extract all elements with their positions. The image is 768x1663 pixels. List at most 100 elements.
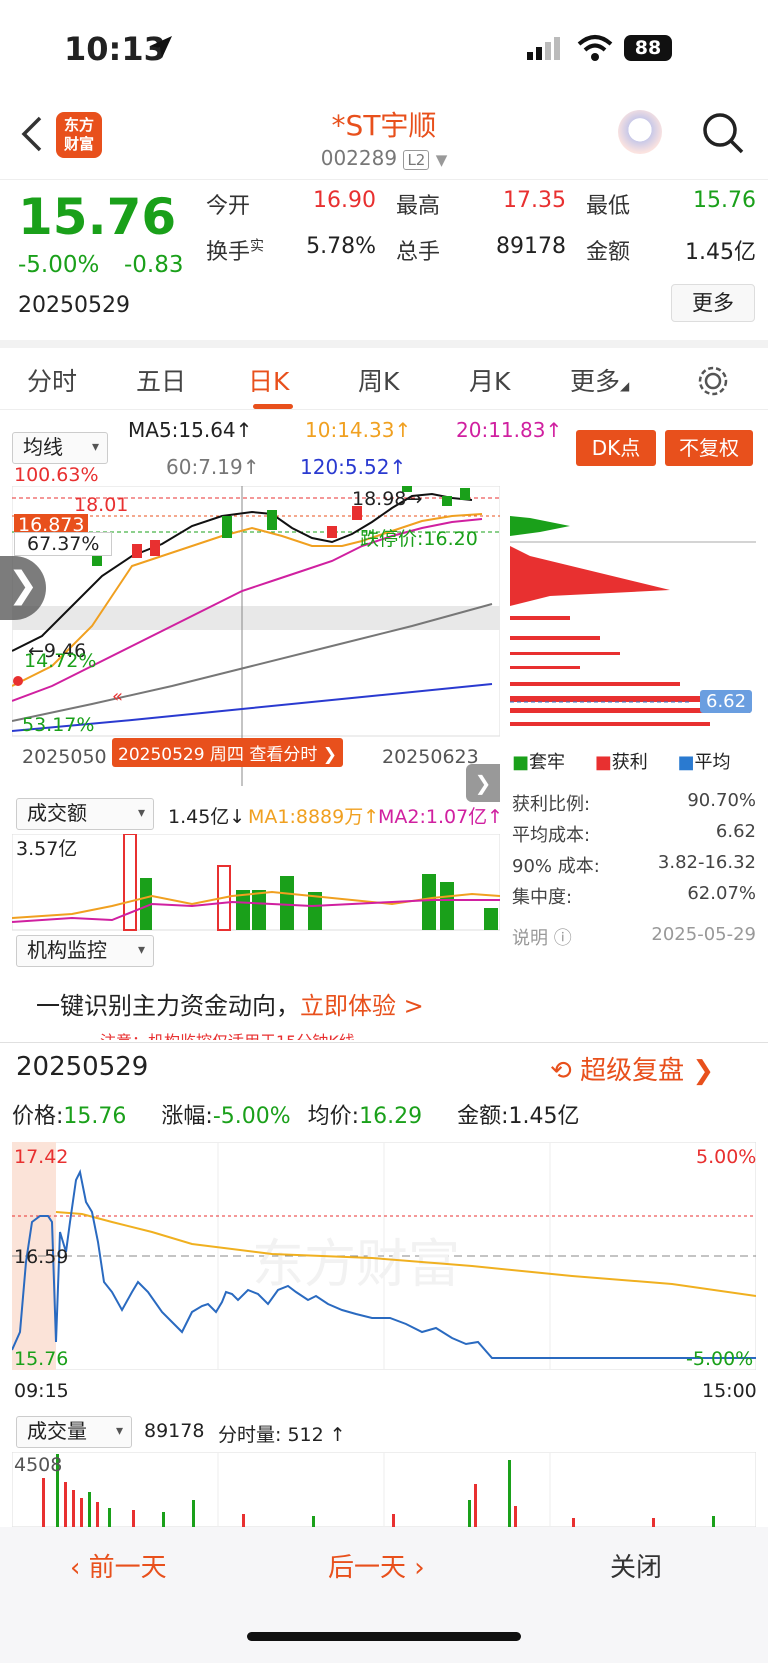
more-button[interactable]: 更多 — [671, 284, 755, 322]
caret-icon: ◢ — [620, 379, 630, 393]
explain-date: 2025-05-29 — [651, 924, 756, 945]
high-value: 17.35 — [503, 188, 566, 213]
pct-tag: 67.37% — [14, 532, 113, 556]
close-button[interactable]: 关闭 — [610, 1547, 662, 1584]
y-bottom-price: 15.76 — [14, 1348, 69, 1370]
volume-amount: 1.45亿↓ — [168, 806, 246, 828]
history-icon: ⟲ — [550, 1056, 572, 1086]
prev-day-button[interactable]: ‹ 前一天 — [70, 1547, 167, 1584]
chip-row-profit: 获利比例: 90.70% — [512, 790, 756, 816]
chip-explain[interactable]: 说明 ⓘ 2025-05-29 — [512, 924, 756, 950]
prev-day-label: 前一天 — [88, 1553, 167, 1583]
active-tab-indicator — [253, 404, 293, 409]
stat-avg-label: 均价: — [307, 1104, 360, 1129]
tab-more-label: 更多 — [570, 367, 621, 396]
ma60-label: 60:7.19↑ — [166, 455, 260, 479]
turnover-label: 换手实 — [206, 234, 264, 266]
y-top-pct: 5.00% — [696, 1146, 757, 1168]
turnover-label-text: 换手 — [206, 240, 251, 265]
code-text: 002289 — [320, 146, 398, 170]
chip-key: 90% 成本: — [512, 856, 600, 877]
pct-top-label: 100.63% — [14, 464, 99, 486]
tab-monthly-k[interactable]: 月K — [469, 362, 510, 398]
quote-date: 20250529 — [18, 293, 130, 318]
intraday-date: 20250529 — [16, 1052, 149, 1082]
chip-val: 62.07% — [687, 883, 756, 904]
prev-arrow-icon[interactable]: « — [112, 686, 123, 707]
date-end: 20250623 — [382, 746, 479, 768]
tab-five-day[interactable]: 五日 — [136, 362, 186, 398]
ma20-label: 20:11.83↑ — [456, 418, 563, 442]
assistant-robot-icon[interactable] — [618, 110, 662, 154]
pct-bottom-label: 53.17% — [22, 714, 95, 736]
change-amount: -0.83 — [124, 252, 184, 278]
chevron-down-icon: ▼ — [435, 151, 448, 169]
institution-banner[interactable]: 一键识别主力资金动向，立即体验 > 注意：机构监控仅适用于15分钟K线 — [12, 968, 500, 1040]
stat-amt-label: 金额: — [457, 1104, 509, 1129]
date-tooltip[interactable]: 20250529 周四 查看分时 ❯ — [112, 738, 343, 767]
institution-monitor-select[interactable]: 机构监控 — [16, 935, 154, 967]
legend-profit: 获利 — [611, 752, 648, 773]
chevron-right-icon: › — [414, 1553, 425, 1583]
y-bottom-pct: -5.00% — [686, 1348, 754, 1370]
chip-val: 6.62 — [715, 821, 756, 842]
location-icon — [150, 36, 172, 58]
high-marker: 18.98→ — [352, 488, 423, 510]
period-tabs: 分时 五日 日K 周K 月K 更多◢ — [0, 340, 768, 410]
super-replay-label: 超级复盘 ❯ — [580, 1056, 715, 1086]
banner-title: 一键识别主力资金动向， — [36, 992, 300, 1020]
signal-icon — [527, 37, 560, 60]
indicator-select[interactable]: 均线 — [12, 432, 108, 464]
super-replay-link[interactable]: ⟲ 超级复盘 ❯ — [550, 1050, 714, 1087]
intraday-volume-ymax: 4508 — [14, 1454, 63, 1476]
next-day-button[interactable]: 后一天 › — [328, 1547, 425, 1584]
open-label: 今开 — [206, 194, 251, 219]
last-price: 15.76 — [18, 188, 177, 246]
intraday-stats: 价格:15.76 涨幅:-5.00% 均价:16.29 金额:1.45亿 — [12, 1098, 756, 1130]
turnover-sup: 实 — [250, 238, 265, 255]
pct-low-label: 14.72% — [24, 650, 97, 672]
stat-pct: -5.00% — [212, 1104, 291, 1129]
wifi-icon — [577, 35, 613, 61]
tab-daily-k[interactable]: 日K — [248, 362, 289, 398]
volume-indicator-select[interactable]: 成交额 — [16, 798, 154, 830]
low-value: 15.76 — [693, 188, 756, 213]
chip-legend: ■套牢 ■获利 ■平均 — [512, 748, 756, 774]
intraday-price-chart[interactable]: 东方财富 — [12, 1142, 756, 1370]
tab-more[interactable]: 更多◢ — [570, 362, 629, 398]
stock-header: 东方 财富 *ST宇顺 002289 L2 ▼ — [0, 100, 768, 180]
volume-ymax: 3.57亿 — [16, 838, 78, 860]
status-bar: 10:13 88 — [0, 0, 768, 100]
tab-weekly-k[interactable]: 周K — [358, 362, 399, 398]
chip-val: 3.82-16.32 — [657, 852, 756, 873]
avg-cost-tag: 6.62 — [700, 690, 753, 713]
tab-intraday[interactable]: 分时 — [27, 362, 77, 398]
legend-trapped-icon: ■ — [512, 752, 530, 773]
chart-watermark: 东方财富 — [252, 1235, 460, 1295]
home-indicator — [247, 1632, 521, 1641]
intraday-volume-select[interactable]: 成交量 — [16, 1416, 132, 1448]
change-percent: -5.00% — [18, 252, 100, 278]
y-top-price: 17.42 — [14, 1146, 69, 1168]
amount-value: 1.45亿 — [685, 240, 756, 265]
chip-val: 90.70% — [687, 790, 756, 811]
banner-cta: 立即体验 > — [300, 992, 424, 1020]
collapse-arrow-icon[interactable]: ❯ — [466, 764, 500, 802]
limit-down-value: 16.20 — [423, 528, 478, 550]
search-icon[interactable] — [700, 110, 746, 156]
intraday-volume-total: 89178 — [144, 1420, 205, 1442]
amount-label: 金额 — [586, 240, 631, 265]
settings-gear-icon[interactable] — [696, 364, 730, 398]
level-badge: L2 — [403, 150, 430, 170]
vol-ma1: MA1:8889万↑ — [248, 806, 380, 828]
volume-chart — [12, 834, 500, 931]
no-adjust-button[interactable]: 不复权 — [665, 430, 753, 466]
minute-volume-label: 分时量: 512 ↑ — [218, 1424, 346, 1446]
intraday-volume-chart — [12, 1452, 756, 1527]
volume-value: 89178 — [496, 234, 566, 259]
dk-point-button[interactable]: DK点 — [576, 430, 656, 466]
stat-avg: 16.29 — [359, 1104, 423, 1129]
high-label: 最高 — [396, 194, 441, 219]
legend-trapped: 套牢 — [529, 752, 566, 773]
quote-panel: 15.76 -5.00% -0.83 20250529 今开 16.90 最高 … — [0, 180, 768, 340]
